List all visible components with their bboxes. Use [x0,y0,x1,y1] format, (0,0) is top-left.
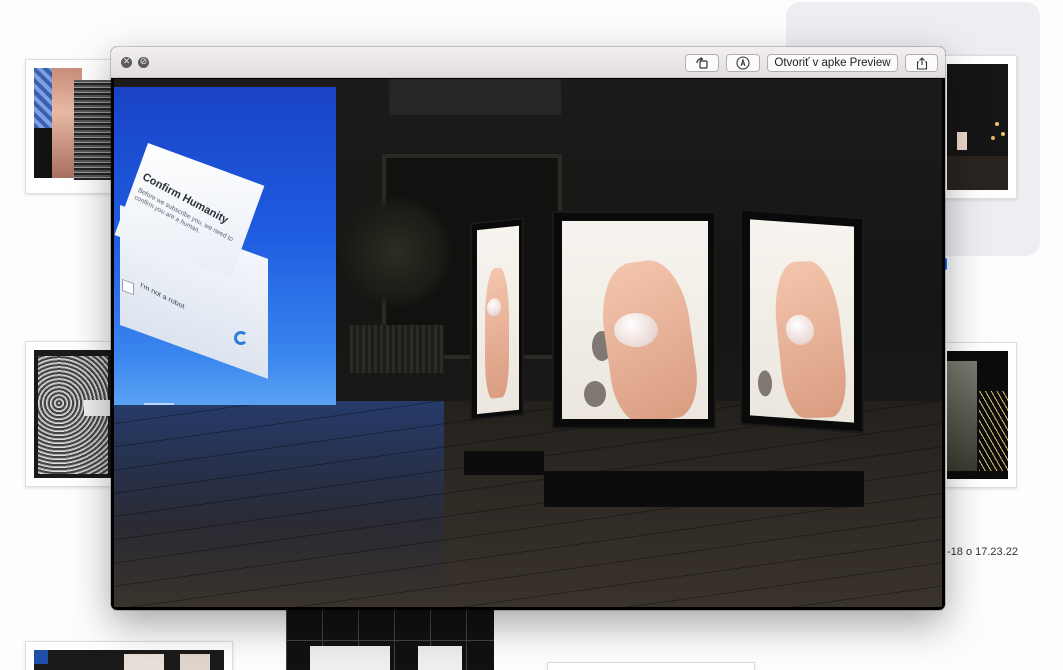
room-window-top [389,79,561,115]
close-icon[interactable]: ✕ [121,57,132,68]
rotate-button[interactable] [685,54,719,72]
desktop-stage: -18 o 17.23.22 ✕ ⊘ Otvoriť v apke Previe… [0,0,1063,670]
quick-look-window: ✕ ⊘ Otvoriť v apke Preview Confirm Human… [111,47,945,610]
fullscreen-icon[interactable]: ⊘ [138,57,149,68]
quick-look-toolbar: ✕ ⊘ Otvoriť v apke Preview [111,47,945,78]
share-icon [916,56,927,70]
preview-image: Confirm Humanity Before we subscribe you… [114,79,942,607]
thumbnail-dark-room[interactable] [938,55,1017,199]
thumbnail-texture[interactable] [25,341,120,487]
monitor-center [552,211,716,429]
monitor-stand [544,471,864,507]
thumbnail-collage[interactable] [25,59,120,194]
share-button[interactable] [905,54,938,72]
thumbnail-installation[interactable] [938,342,1017,488]
monitor-right [740,208,864,434]
file-timestamp: -18 o 17.23.22 [947,546,1018,558]
confirm-humanity-cube: Confirm Humanity Before we subscribe you… [114,143,284,379]
thumbnail-gallery[interactable] [25,641,233,670]
markup-icon [736,56,750,70]
thumbnail-grid-room[interactable] [286,604,494,670]
radiator [350,325,444,373]
open-in-preview-button[interactable]: Otvoriť v apke Preview [767,54,898,72]
plant [336,197,456,307]
rotate-icon [696,57,708,69]
thumbnail-partial[interactable] [547,662,755,670]
markup-button[interactable] [726,54,760,72]
monitor-left [470,217,524,421]
captcha-logo-icon [234,331,248,345]
